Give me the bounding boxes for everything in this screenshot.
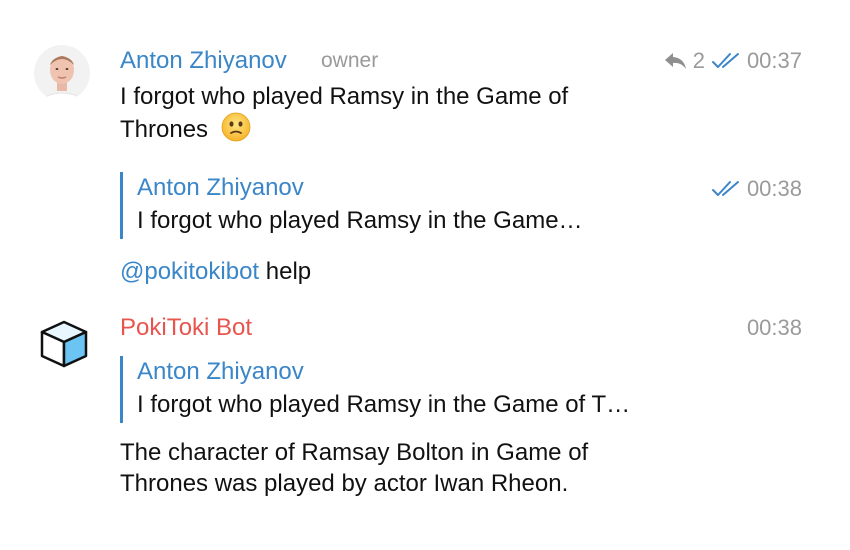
message-text: The character of Ramsay Bolton in Game o… xyxy=(120,437,588,499)
quote-author: Anton Zhiyanov xyxy=(137,358,304,385)
quote-text: I forgot who played Ramsy in the Game… xyxy=(137,207,583,234)
message-text-line-2: Thrones was played by actor Iwan Rheon. xyxy=(120,470,569,497)
reply-count[interactable]: 2 xyxy=(693,48,705,74)
message-author[interactable]: Anton Zhiyanov xyxy=(120,47,287,75)
message-time: 00:37 xyxy=(746,48,802,73)
author-role-badge: owner xyxy=(321,49,379,72)
message-text-line: I forgot who played Ramsy in the Game of xyxy=(120,83,569,110)
message-meta: 00:38 xyxy=(711,175,802,203)
message-meta: 2 00:37 xyxy=(663,47,802,75)
user-avatar[interactable] xyxy=(34,45,90,101)
message-text-line-2: Thrones xyxy=(120,112,568,150)
reply-arrow-icon[interactable] xyxy=(663,51,687,71)
message-time: 00:38 xyxy=(746,176,802,201)
mention-link[interactable]: @pokitokibot xyxy=(120,258,259,285)
message-text: @pokitokibot help xyxy=(120,256,311,287)
message-text-body: help xyxy=(259,258,312,285)
message-text-line-2-text: Thrones xyxy=(120,116,209,143)
message-meta: 00:38 xyxy=(747,314,802,342)
user-avatar-image xyxy=(34,45,90,101)
confused-face-emoji xyxy=(221,112,251,150)
message-time: 00:38 xyxy=(746,315,802,340)
message-text-line: The character of Ramsay Bolton in Game o… xyxy=(120,439,589,466)
quote-text: I forgot who played Ramsy in the Game of… xyxy=(137,391,631,418)
quote-author: Anton Zhiyanov xyxy=(137,174,304,201)
double-check-icon xyxy=(711,181,739,196)
cube-icon xyxy=(40,320,88,368)
double-check-icon xyxy=(711,53,739,68)
reply-quote[interactable]: Anton Zhiyanov I forgot who played Ramsy… xyxy=(120,356,630,423)
bot-avatar[interactable] xyxy=(38,318,90,370)
message-text: I forgot who played Ramsy in the Game of… xyxy=(120,81,568,150)
reply-quote[interactable]: Anton Zhiyanov I forgot who played Ramsy… xyxy=(120,172,583,239)
message-author[interactable]: PokiToki Bot xyxy=(120,314,252,342)
